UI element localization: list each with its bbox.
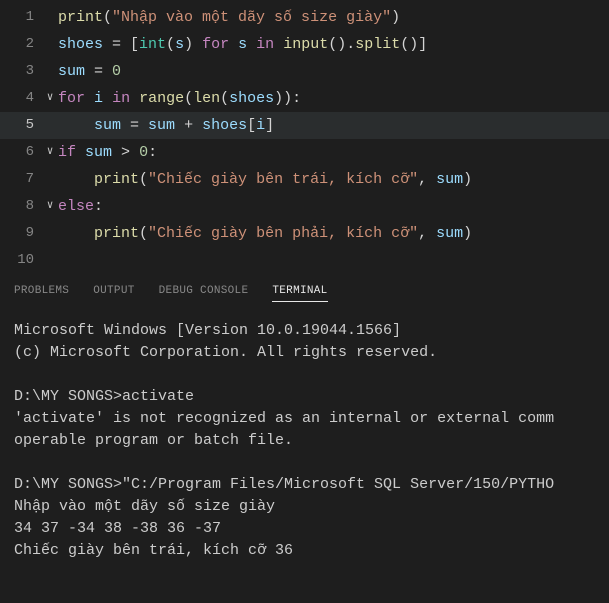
fold-icon[interactable]: ∨ (42, 193, 58, 220)
code-content: sum = 0 (58, 58, 121, 85)
line-number: 2 (0, 31, 42, 58)
line-number: 3 (0, 58, 42, 85)
code-content: if sum > 0: (58, 139, 157, 166)
code-content: for i in range(len(shoes)): (58, 85, 301, 112)
panel-tab-terminal[interactable]: TERMINAL (272, 285, 327, 302)
code-line[interactable]: 1 print("Nhập vào một dãy số size giày") (0, 4, 609, 31)
code-line[interactable]: 10 (0, 247, 609, 274)
code-content: sum = sum + shoes[i] (58, 112, 274, 139)
code-line[interactable]: 2 shoes = [int(s) for s in input().split(… (0, 31, 609, 58)
panel-tab-output[interactable]: OUTPUT (93, 285, 134, 302)
code-line[interactable]: 5 sum = sum + shoes[i] (0, 112, 609, 139)
code-line[interactable]: 6∨if sum > 0: (0, 139, 609, 166)
panel-tabs: PROBLEMS OUTPUT DEBUG CONSOLE TERMINAL (0, 274, 609, 310)
panel-tab-problems[interactable]: PROBLEMS (14, 285, 69, 302)
fold-icon[interactable]: ∨ (42, 85, 58, 112)
line-number: 7 (0, 166, 42, 193)
code-line[interactable]: 9 print("Chiếc giày bên phải, kích cỡ", … (0, 220, 609, 247)
code-content: print("Nhập vào một dãy số size giày") (58, 4, 400, 31)
line-number: 8 (0, 193, 42, 220)
line-number: 1 (0, 4, 42, 31)
code-line[interactable]: 8∨else: (0, 193, 609, 220)
line-number: 4 (0, 85, 42, 112)
code-line[interactable]: 3 sum = 0 (0, 58, 609, 85)
code-line[interactable]: 7 print("Chiếc giày bên trái, kích cỡ", … (0, 166, 609, 193)
line-number: 9 (0, 220, 42, 247)
code-line[interactable]: 4∨for i in range(len(shoes)): (0, 85, 609, 112)
line-number: 10 (0, 247, 42, 274)
code-content: shoes = [int(s) for s in input().split()… (58, 31, 427, 58)
fold-icon[interactable]: ∨ (42, 139, 58, 166)
code-editor[interactable]: 1print("Nhập vào một dãy số size giày")2… (0, 0, 609, 274)
code-content: print("Chiếc giày bên trái, kích cỡ", su… (58, 166, 472, 193)
code-content: else: (58, 193, 103, 220)
terminal-output[interactable]: Microsoft Windows [Version 10.0.19044.15… (0, 310, 609, 572)
code-content: print("Chiếc giày bên phải, kích cỡ", su… (58, 220, 472, 247)
line-number: 5 (0, 112, 42, 139)
panel-tab-debug-console[interactable]: DEBUG CONSOLE (159, 285, 249, 302)
line-number: 6 (0, 139, 42, 166)
